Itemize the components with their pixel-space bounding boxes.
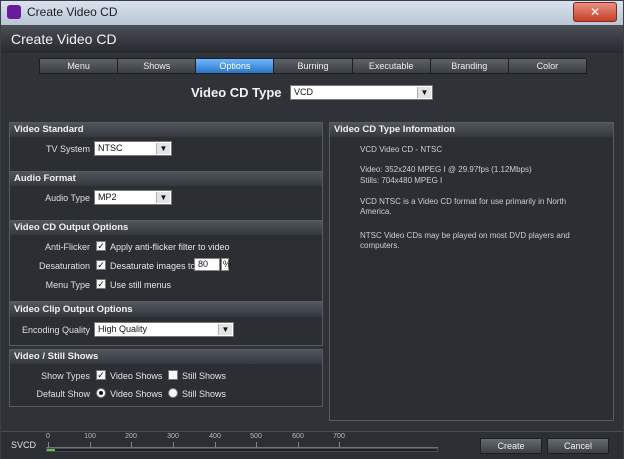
menu-type-label: Menu Type [45,280,90,290]
encoding-quality-select[interactable]: High Quality ▼ [94,322,234,337]
video-shows-checkbox[interactable]: ✓ [96,370,106,380]
capacity-meter [46,448,438,452]
desaturation-label: Desaturation [38,261,90,271]
info-title: Video CD Type Information [330,123,613,137]
anti-flicker-checkbox[interactable]: ✓ [96,241,106,251]
desaturation-input[interactable]: 80 [194,258,220,271]
output-options-panel: Video CD Output Options Anti-Flicker ✓ A… [9,220,323,302]
title-bar: Create Video CD ✕ [1,1,623,25]
chevron-down-icon: ▼ [156,192,170,203]
chevron-down-icon: ▼ [417,87,431,98]
desaturation-checkbox[interactable]: ✓ [96,260,106,270]
tv-system-label: TV System [45,144,90,154]
audio-type-label: Audio Type [45,193,90,203]
encoding-quality-label: Encoding Quality [21,325,90,335]
tab-shows[interactable]: Shows [118,59,197,73]
page-title: Create Video CD [11,31,117,47]
shows-panel: Video / Still Shows Show Types ✓ Video S… [9,349,323,407]
default-video-radio[interactable] [96,388,106,398]
capacity-meter-fill [47,449,55,451]
tv-system-value: NTSC [98,143,123,153]
video-standard-title: Video Standard [10,123,322,137]
audio-type-value: MP2 [98,192,117,202]
app-icon [7,5,21,19]
audio-type-select[interactable]: MP2 ▼ [94,190,172,205]
svcd-label: SVCD [11,440,37,450]
default-show-label: Default Show [36,389,90,399]
options-content: Video CD Type VCD ▼ Video Standard TV Sy… [9,77,615,430]
video-cd-type-row: Video CD Type VCD ▼ [9,83,615,107]
still-shows-text: Still Shows [182,371,227,381]
video-standard-panel: Video Standard TV System NTSC ▼ [9,122,323,172]
default-still-text: Still Shows [182,389,227,399]
shows-title: Video / Still Shows [10,350,322,364]
scale-label-300: 300 [167,433,179,440]
scale-label-200: 200 [125,433,137,440]
desaturation-text: Desaturate images to [110,261,196,271]
scale-label-700: 700 [333,433,345,440]
scale-label-600: 600 [292,433,304,440]
create-video-cd-window: Create Video CD ✕ Create Video CD Menu S… [0,0,624,459]
encoding-quality-value: High Quality [98,324,148,334]
menu-type-text: Use still menus [110,280,172,290]
audio-format-title: Audio Format [10,172,322,186]
anti-flicker-label: Anti-Flicker [44,242,90,252]
close-icon: ✕ [589,5,601,19]
info-line-1: VCD Video CD - NTSC [360,145,443,154]
tv-system-select[interactable]: NTSC ▼ [94,141,172,156]
window-title: Create Video CD [27,5,118,19]
desaturation-unit: % [221,258,232,271]
scale-label-500: 500 [250,433,262,440]
tab-burning[interactable]: Burning [274,59,353,73]
video-cd-type-value: VCD [294,87,314,97]
info-line-2: Video: 352x240 MPEG I @ 29.97fps (1.12Mb… [360,165,532,174]
scale-label-0: 0 [46,433,50,440]
info-line-5: NTSC Video CDs may be played on most DVD… [360,231,570,250]
tab-branding[interactable]: Branding [430,59,509,73]
output-options-title: Video CD Output Options [10,221,322,235]
create-button[interactable]: Create [480,438,542,454]
clip-options-title: Video Clip Output Options [10,303,322,317]
info-line-3: Stills: 704x480 MPEG I [360,176,443,185]
anti-flicker-text: Apply anti-flicker filter to video [110,242,230,252]
chevron-down-icon: ▼ [156,143,170,154]
menu-type-checkbox[interactable]: ✓ [96,279,106,289]
video-shows-text: Video Shows [110,371,163,381]
tab-options[interactable]: Options [196,59,275,73]
tab-strip: Menu Shows Options Burning Executable Br… [39,58,587,74]
info-panel: Video CD Type Information VCD Video CD -… [329,122,614,421]
info-line-4: VCD NTSC is a Video CD format for use pr… [360,197,567,216]
tab-executable[interactable]: Executable [352,59,431,73]
clip-options-panel: Video Clip Output Options Encoding Quali… [9,302,323,346]
header-bar: Create Video CD [1,25,623,53]
scale-label-400: 400 [209,433,221,440]
still-shows-checkbox[interactable]: ✓ [168,370,178,380]
video-cd-type-label: Video CD Type [191,85,282,100]
close-button[interactable]: ✕ [573,2,617,22]
show-types-label: Show Types [41,371,90,381]
default-still-radio[interactable] [168,388,178,398]
audio-format-panel: Audio Format Audio Type MP2 ▼ [9,171,323,221]
bottom-bar: SVCD 0 100 200 300 400 500 600 700 Creat… [1,431,623,459]
tab-color[interactable]: Color [508,59,586,73]
video-cd-type-select[interactable]: VCD ▼ [290,85,433,100]
cancel-button[interactable]: Cancel [547,438,609,454]
tab-menu[interactable]: Menu [40,59,119,73]
chevron-down-icon: ▼ [218,324,232,335]
default-video-text: Video Shows [110,389,163,399]
scale-label-100: 100 [84,433,96,440]
